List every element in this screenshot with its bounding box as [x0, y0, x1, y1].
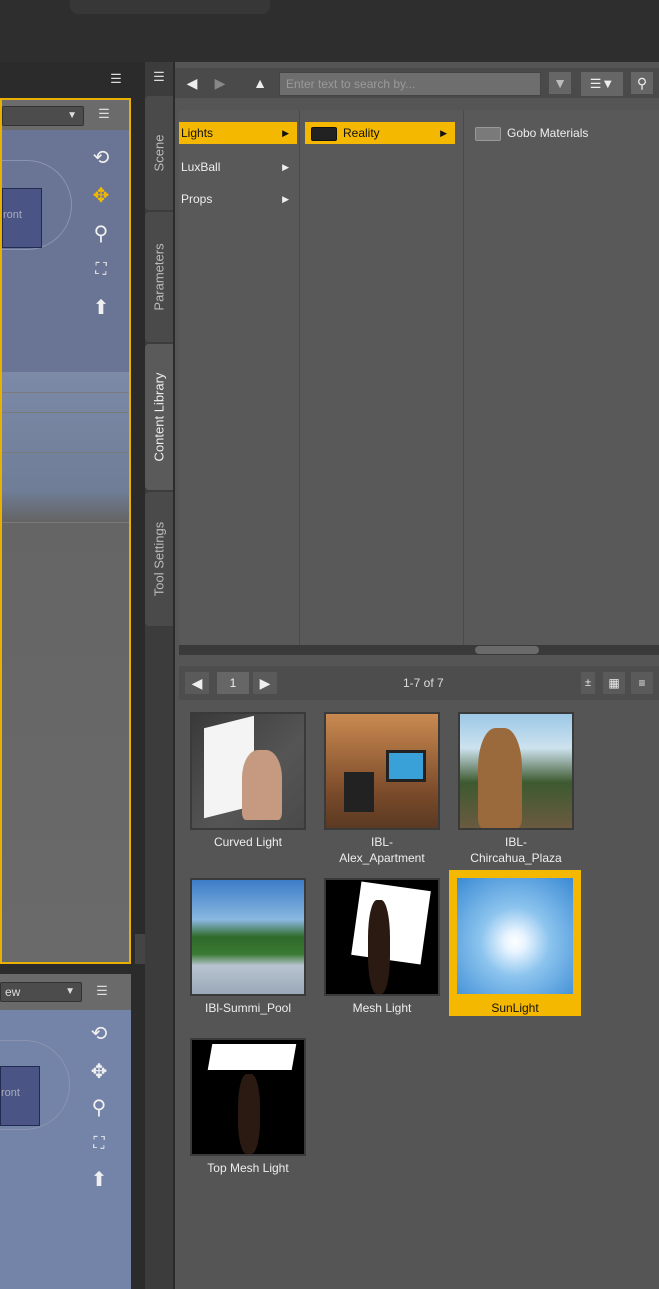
thumbnail — [190, 1038, 306, 1156]
tab-parameters[interactable]: Parameters — [145, 212, 173, 342]
viewport-header: ew ▼ ☰ — [0, 974, 131, 1010]
back-icon[interactable]: ◀ — [181, 72, 203, 94]
search-icon[interactable]: ⚲ — [631, 72, 653, 94]
thumbnail — [190, 712, 306, 830]
view-select[interactable]: ew ▼ — [0, 982, 82, 1002]
up-icon[interactable]: ▲ — [249, 72, 271, 94]
tab-tool-settings[interactable]: Tool Settings — [145, 492, 173, 626]
asset-top-mesh-light[interactable]: Top Mesh Light — [185, 1034, 311, 1175]
chevron-down-icon: ▼ — [67, 110, 77, 121]
asset-curved-light[interactable]: Curved Light — [185, 708, 311, 849]
panel-menu-icon[interactable]: ☰ — [108, 72, 124, 86]
prev-page-icon[interactable]: ◀ — [185, 672, 209, 694]
zoom-icon[interactable]: ⚲ — [86, 1096, 112, 1120]
horizontal-scrollbar[interactable] — [179, 645, 659, 655]
asset-ibl-chircahua-plaza[interactable]: IBL- Chircahua_Plaza — [453, 708, 579, 865]
folder-lights[interactable]: Lights ▶ — [179, 122, 297, 144]
folder-column-1: Lights ▶ LuxBall ▶ Props ▶ — [179, 110, 299, 650]
asset-mesh-light[interactable]: Mesh Light — [319, 874, 445, 1015]
panel-menu-icon[interactable]: ☰ — [151, 70, 167, 84]
folder-column-2: Reality ▶ — [305, 110, 459, 650]
pager: ◀ 1 ▶ 1-7 of 7 ± ▦ ≡ — [179, 666, 659, 700]
viewport-top[interactable]: ▼ ☰ ront ⟲ ✥ ⚲ ⛶ ⬆ — [0, 98, 131, 964]
folder-luxball[interactable]: LuxBall ▶ — [179, 156, 297, 178]
chevron-down-icon: ▼ — [65, 986, 75, 997]
reset-view-icon[interactable]: ⬆ — [88, 296, 114, 320]
next-page-icon[interactable]: ▶ — [253, 672, 277, 694]
ground-plane — [2, 372, 129, 962]
viewport-header: ▼ ☰ — [2, 100, 129, 130]
thumbnail — [324, 712, 440, 830]
view-cube-front[interactable]: ront — [2, 188, 42, 248]
folder-column-3: Gobo Materials — [471, 110, 659, 650]
list-view-icon[interactable]: ≡ — [631, 672, 653, 694]
orbit-icon[interactable]: ⟲ — [86, 1022, 112, 1046]
viewport-bottom[interactable]: ew ▼ ☰ ront ⟲ ✥ ⚲ ⛶ ⬆ — [0, 974, 131, 1289]
thumbnail — [458, 712, 574, 830]
thumbnail — [455, 876, 575, 996]
database-icon[interactable]: ☰▼ — [581, 72, 623, 96]
frame-icon[interactable]: ⛶ — [88, 258, 114, 282]
view-cube-front[interactable]: ront — [0, 1066, 40, 1126]
folder-reality[interactable]: Reality ▶ — [305, 122, 455, 144]
search-input[interactable]: Enter text to search by... — [279, 72, 541, 96]
search-dropdown-icon[interactable]: ▼ — [549, 72, 571, 94]
folder-gobo-materials[interactable]: Gobo Materials — [471, 122, 657, 144]
zoom-icon[interactable]: ± — [581, 672, 595, 694]
zoom-icon[interactable]: ⚲ — [88, 222, 114, 246]
view-select[interactable]: ▼ — [2, 106, 84, 126]
folder-props[interactable]: Props ▶ — [179, 188, 297, 210]
asset-sunlight[interactable]: SunLight — [449, 870, 581, 1016]
grid-view-icon[interactable]: ▦ — [603, 672, 625, 694]
asset-ibl-alex-apartment[interactable]: IBL- Alex_Apartment — [319, 708, 445, 865]
orbit-icon[interactable]: ⟲ — [88, 146, 114, 170]
folder-columns: Lights ▶ LuxBall ▶ Props ▶ Reality ▶ Gobo Ma… — [179, 110, 659, 650]
splitter-handle[interactable] — [135, 934, 145, 964]
asset-grid: Curved Light IBL- Alex_Apartment IBL- Ch… — [179, 704, 659, 1289]
top-bar — [0, 0, 659, 62]
app-window: ▼ ☰ ront ⟲ ✥ ⚲ ⛶ ⬆ ew ▼ ☰ ront ⟲ ✥ ⚲ ⛶ ⬆… — [0, 0, 659, 1289]
panel-menu-icon[interactable]: ☰ — [94, 984, 110, 998]
reset-view-icon[interactable]: ⬆ — [86, 1168, 112, 1192]
pan-icon[interactable]: ✥ — [86, 1060, 112, 1084]
item-count: 1-7 of 7 — [403, 676, 444, 690]
thumbnail — [324, 878, 440, 996]
pan-icon[interactable]: ✥ — [88, 184, 114, 208]
tab-content-library[interactable]: Content Library — [145, 344, 173, 490]
asset-ibl-summi-pool[interactable]: IBl-Summi_Pool — [185, 874, 311, 1015]
folder-icon — [475, 126, 501, 141]
forward-icon[interactable]: ▶ — [209, 72, 231, 94]
content-toolbar: ◀ ▶ ▲ Enter text to search by... ▼ ☰▼ ⚲ — [175, 68, 659, 98]
panel-tab-strip: ☰ Scene Parameters Content Library Tool … — [135, 62, 173, 1289]
page-number[interactable]: 1 — [217, 672, 249, 694]
folder-icon — [311, 126, 337, 141]
panel-menu-icon[interactable]: ☰ — [96, 107, 112, 121]
frame-icon[interactable]: ⛶ — [86, 1132, 112, 1156]
tab-scene[interactable]: Scene — [145, 96, 173, 210]
content-library-pane: ◀ ▶ ▲ Enter text to search by... ▼ ☰▼ ⚲ … — [175, 62, 659, 1289]
thumbnail — [190, 878, 306, 996]
